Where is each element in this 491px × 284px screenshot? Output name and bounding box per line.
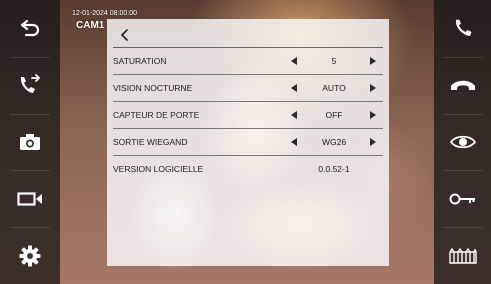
intercom-screen: 12-01-2024 08:00:00 CAM1 SATURATION 5 VI… — [0, 0, 491, 284]
back-icon — [20, 20, 40, 37]
video-record-icon — [17, 192, 42, 206]
setting-value: AUTO — [322, 83, 346, 93]
gate-button[interactable] — [433, 227, 491, 284]
setting-label: CAPTEUR DE PORTE — [113, 110, 200, 120]
setting-value: 0.0.52-1 — [318, 164, 350, 174]
date-time: 12-01-2024 08:00:00 — [72, 10, 137, 17]
hang-up-icon — [450, 80, 475, 91]
setting-row-night-vision[interactable]: VISION NOCTURNE AUTO — [113, 75, 383, 102]
record-button[interactable] — [0, 170, 60, 227]
monitor-button[interactable] — [433, 113, 491, 171]
decrease-arrow-icon[interactable] — [291, 84, 297, 92]
answer-call-icon — [455, 19, 471, 37]
setting-value: OFF — [325, 110, 343, 120]
settings-button[interactable] — [0, 227, 60, 284]
chevron-left-icon — [121, 29, 128, 41]
right-sidebar — [434, 0, 491, 284]
setting-value: 5 — [331, 56, 337, 66]
gate-icon — [448, 247, 477, 264]
monitor-eye-icon — [449, 135, 476, 149]
camera-name: CAM1 — [76, 20, 105, 31]
setting-row-wiegand-output[interactable]: SORTIE WIEGAND WG26 — [113, 129, 383, 156]
setting-row-saturation[interactable]: SATURATION 5 — [113, 48, 383, 75]
settings-gear-icon — [19, 245, 41, 267]
setting-row-software-version: VERSION LOGICIELLE 0.0.52-1 — [113, 156, 383, 183]
left-sidebar — [0, 0, 60, 284]
increase-arrow-icon[interactable] — [370, 84, 376, 92]
increase-arrow-icon[interactable] — [370, 138, 376, 146]
setting-label: VISION NOCTURNE — [113, 83, 193, 93]
increase-arrow-icon[interactable] — [370, 57, 376, 65]
back-button[interactable] — [0, 0, 60, 57]
setting-label: SORTIE WIEGAND — [113, 137, 188, 147]
camera-snapshot-icon — [20, 133, 40, 150]
unlock-button[interactable] — [433, 170, 491, 227]
snapshot-button[interactable] — [0, 113, 60, 171]
panel-back-button[interactable] — [117, 27, 133, 43]
answer-call-button[interactable] — [433, 0, 491, 57]
settings-panel: SATURATION 5 VISION NOCTURNE AUTO CAPTEU… — [107, 19, 389, 266]
setting-row-door-sensor[interactable]: CAPTEUR DE PORTE OFF — [113, 102, 383, 129]
call-transfer-icon — [20, 74, 40, 94]
call-transfer-button[interactable] — [0, 56, 60, 114]
decrease-arrow-icon[interactable] — [291, 138, 297, 146]
decrease-arrow-icon[interactable] — [291, 57, 297, 65]
setting-value: WG26 — [321, 137, 347, 147]
unlock-key-icon — [449, 193, 475, 205]
decrease-arrow-icon[interactable] — [291, 111, 297, 119]
setting-label: SATURATION — [113, 56, 167, 66]
increase-arrow-icon[interactable] — [370, 111, 376, 119]
setting-label: VERSION LOGICIELLE — [113, 164, 204, 174]
hang-up-button[interactable] — [433, 56, 491, 114]
